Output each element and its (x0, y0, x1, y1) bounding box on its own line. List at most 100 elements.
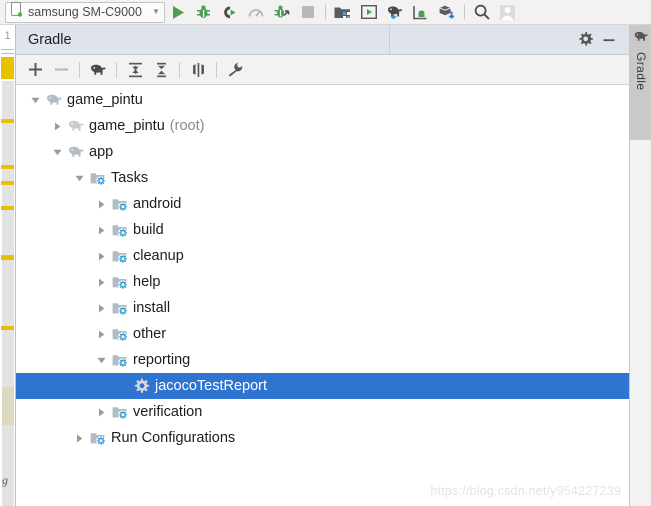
expand-all-button[interactable] (122, 57, 148, 83)
tree-node-suffix: (root) (169, 118, 205, 134)
tree-row[interactable]: game_pintu (16, 87, 629, 113)
editor-scrollbar-thumb[interactable] (2, 387, 14, 425)
attach-debugger-button[interactable] (217, 0, 243, 24)
sdk-manager-button[interactable] (330, 0, 356, 24)
user-avatar-icon (500, 4, 516, 20)
sync-gradle-button[interactable] (382, 0, 408, 24)
tree-row[interactable]: help (16, 269, 629, 295)
twisty-collapsed-icon[interactable] (92, 226, 110, 235)
folder-gear-icon (110, 249, 130, 264)
tree-row[interactable]: game_pintu (root) (16, 113, 629, 139)
refresh-gradle-button[interactable] (85, 57, 111, 83)
panel-toolbar-separator-4 (216, 61, 217, 78)
chevron-down-icon[interactable]: ▼ (142, 8, 160, 16)
tree-row[interactable]: android (16, 191, 629, 217)
android-monitor-icon (413, 5, 427, 19)
twisty-collapsed-icon[interactable] (92, 304, 110, 313)
expand-all-icon (128, 62, 142, 77)
plus-icon (28, 63, 42, 76)
tree-row-selected[interactable]: jacocoTestReport (16, 373, 629, 399)
twisty-expanded-icon[interactable] (92, 356, 110, 365)
profiler-button[interactable] (243, 0, 269, 24)
wrench-icon (228, 62, 243, 77)
package-download-icon (439, 5, 455, 19)
toolbar-actions (165, 0, 521, 24)
gutter-marker-1 (1, 119, 14, 123)
twisty-collapsed-icon[interactable] (92, 330, 110, 339)
gutter-marker-2 (1, 165, 14, 169)
twisty-expanded-icon[interactable] (48, 148, 66, 157)
stop-button[interactable] (295, 0, 321, 24)
run-button[interactable] (165, 0, 191, 24)
twisty-collapsed-icon[interactable] (92, 278, 110, 287)
stop-square-icon (301, 6, 314, 18)
account-button[interactable] (495, 0, 521, 24)
tree-row[interactable]: build (16, 217, 629, 243)
tree-node-label: game_pintu (67, 91, 143, 108)
bug-icon (197, 5, 211, 18)
debug-button[interactable] (191, 0, 217, 24)
gradle-tasks-tree[interactable]: game_pintu game_pintu (root) app Tasks a… (16, 85, 629, 504)
folder-gear-icon (110, 353, 130, 368)
twisty-expanded-icon[interactable] (26, 96, 44, 105)
tree-row[interactable]: Run Configurations (16, 425, 629, 451)
twisty-collapsed-icon[interactable] (48, 122, 66, 131)
twisty-collapsed-icon[interactable] (70, 434, 88, 443)
elephant-icon (66, 119, 86, 133)
project-structure-button[interactable] (434, 0, 460, 24)
editor-scrollbar-track[interactable] (2, 81, 14, 506)
phone-icon (11, 2, 23, 22)
tree-node-label: help (133, 273, 161, 290)
search-everywhere-button[interactable] (469, 0, 495, 24)
minimize-icon (603, 38, 615, 41)
folder-gear-icon (110, 405, 130, 420)
tree-row[interactable]: cleanup (16, 243, 629, 269)
device-selector-dropdown[interactable]: samsung SM-C9000 ▼ (5, 1, 165, 23)
toggle-offline-button[interactable] (185, 57, 211, 83)
elephant-sync-icon (387, 6, 402, 19)
gutter-rule-2 (1, 53, 14, 54)
gradle-tool-window: Gradle game_pintu game_pintu (root) app … (15, 25, 629, 506)
tree-node-label: cleanup (133, 247, 184, 264)
settings-button[interactable] (573, 28, 597, 52)
sdk-manager-icon (334, 7, 351, 18)
panel-toolbar-separator-3 (179, 61, 180, 78)
tree-row[interactable]: other (16, 321, 629, 347)
twisty-collapsed-icon[interactable] (92, 408, 110, 417)
toolbar-separator-1 (324, 4, 326, 20)
elephant-icon (91, 64, 106, 75)
remove-task-button[interactable] (48, 57, 74, 83)
toolbar-separator-2 (463, 4, 465, 20)
page-title: Gradle (28, 31, 72, 48)
gutter-marker-6 (1, 326, 14, 330)
collapse-all-button[interactable] (148, 57, 174, 83)
tree-row[interactable]: app (16, 139, 629, 165)
tree-row[interactable]: verification (16, 399, 629, 425)
tree-node-label: other (133, 325, 167, 342)
run-triangle-icon (172, 5, 184, 19)
bug-arrow-icon (274, 5, 290, 18)
execute-task-button[interactable] (222, 57, 248, 83)
sidebar-tab-gradle[interactable]: Gradle (630, 25, 651, 140)
tree-node-label: verification (133, 403, 203, 420)
avd-manager-button[interactable] (356, 0, 382, 24)
hide-button[interactable] (597, 28, 621, 52)
device-monitor-button[interactable] (408, 0, 434, 24)
device-name-label: samsung SM-C9000 (28, 5, 142, 19)
collapse-all-icon (156, 62, 166, 77)
twisty-collapsed-icon[interactable] (92, 252, 110, 261)
folder-gear-icon (88, 171, 108, 186)
folder-gear-icon (110, 327, 130, 342)
tree-row[interactable]: Tasks (16, 165, 629, 191)
folder-gear-icon (110, 197, 130, 212)
search-icon (474, 4, 490, 20)
run-coverage-button[interactable] (269, 0, 295, 24)
twisty-collapsed-icon[interactable] (92, 200, 110, 209)
elephant-icon (44, 93, 64, 107)
add-task-button[interactable] (22, 57, 48, 83)
tree-row[interactable]: install (16, 295, 629, 321)
tree-row[interactable]: reporting (16, 347, 629, 373)
panel-toolbar-separator-1 (79, 61, 80, 78)
sidebar-tab-label: Gradle (634, 52, 648, 91)
twisty-expanded-icon[interactable] (70, 174, 88, 183)
